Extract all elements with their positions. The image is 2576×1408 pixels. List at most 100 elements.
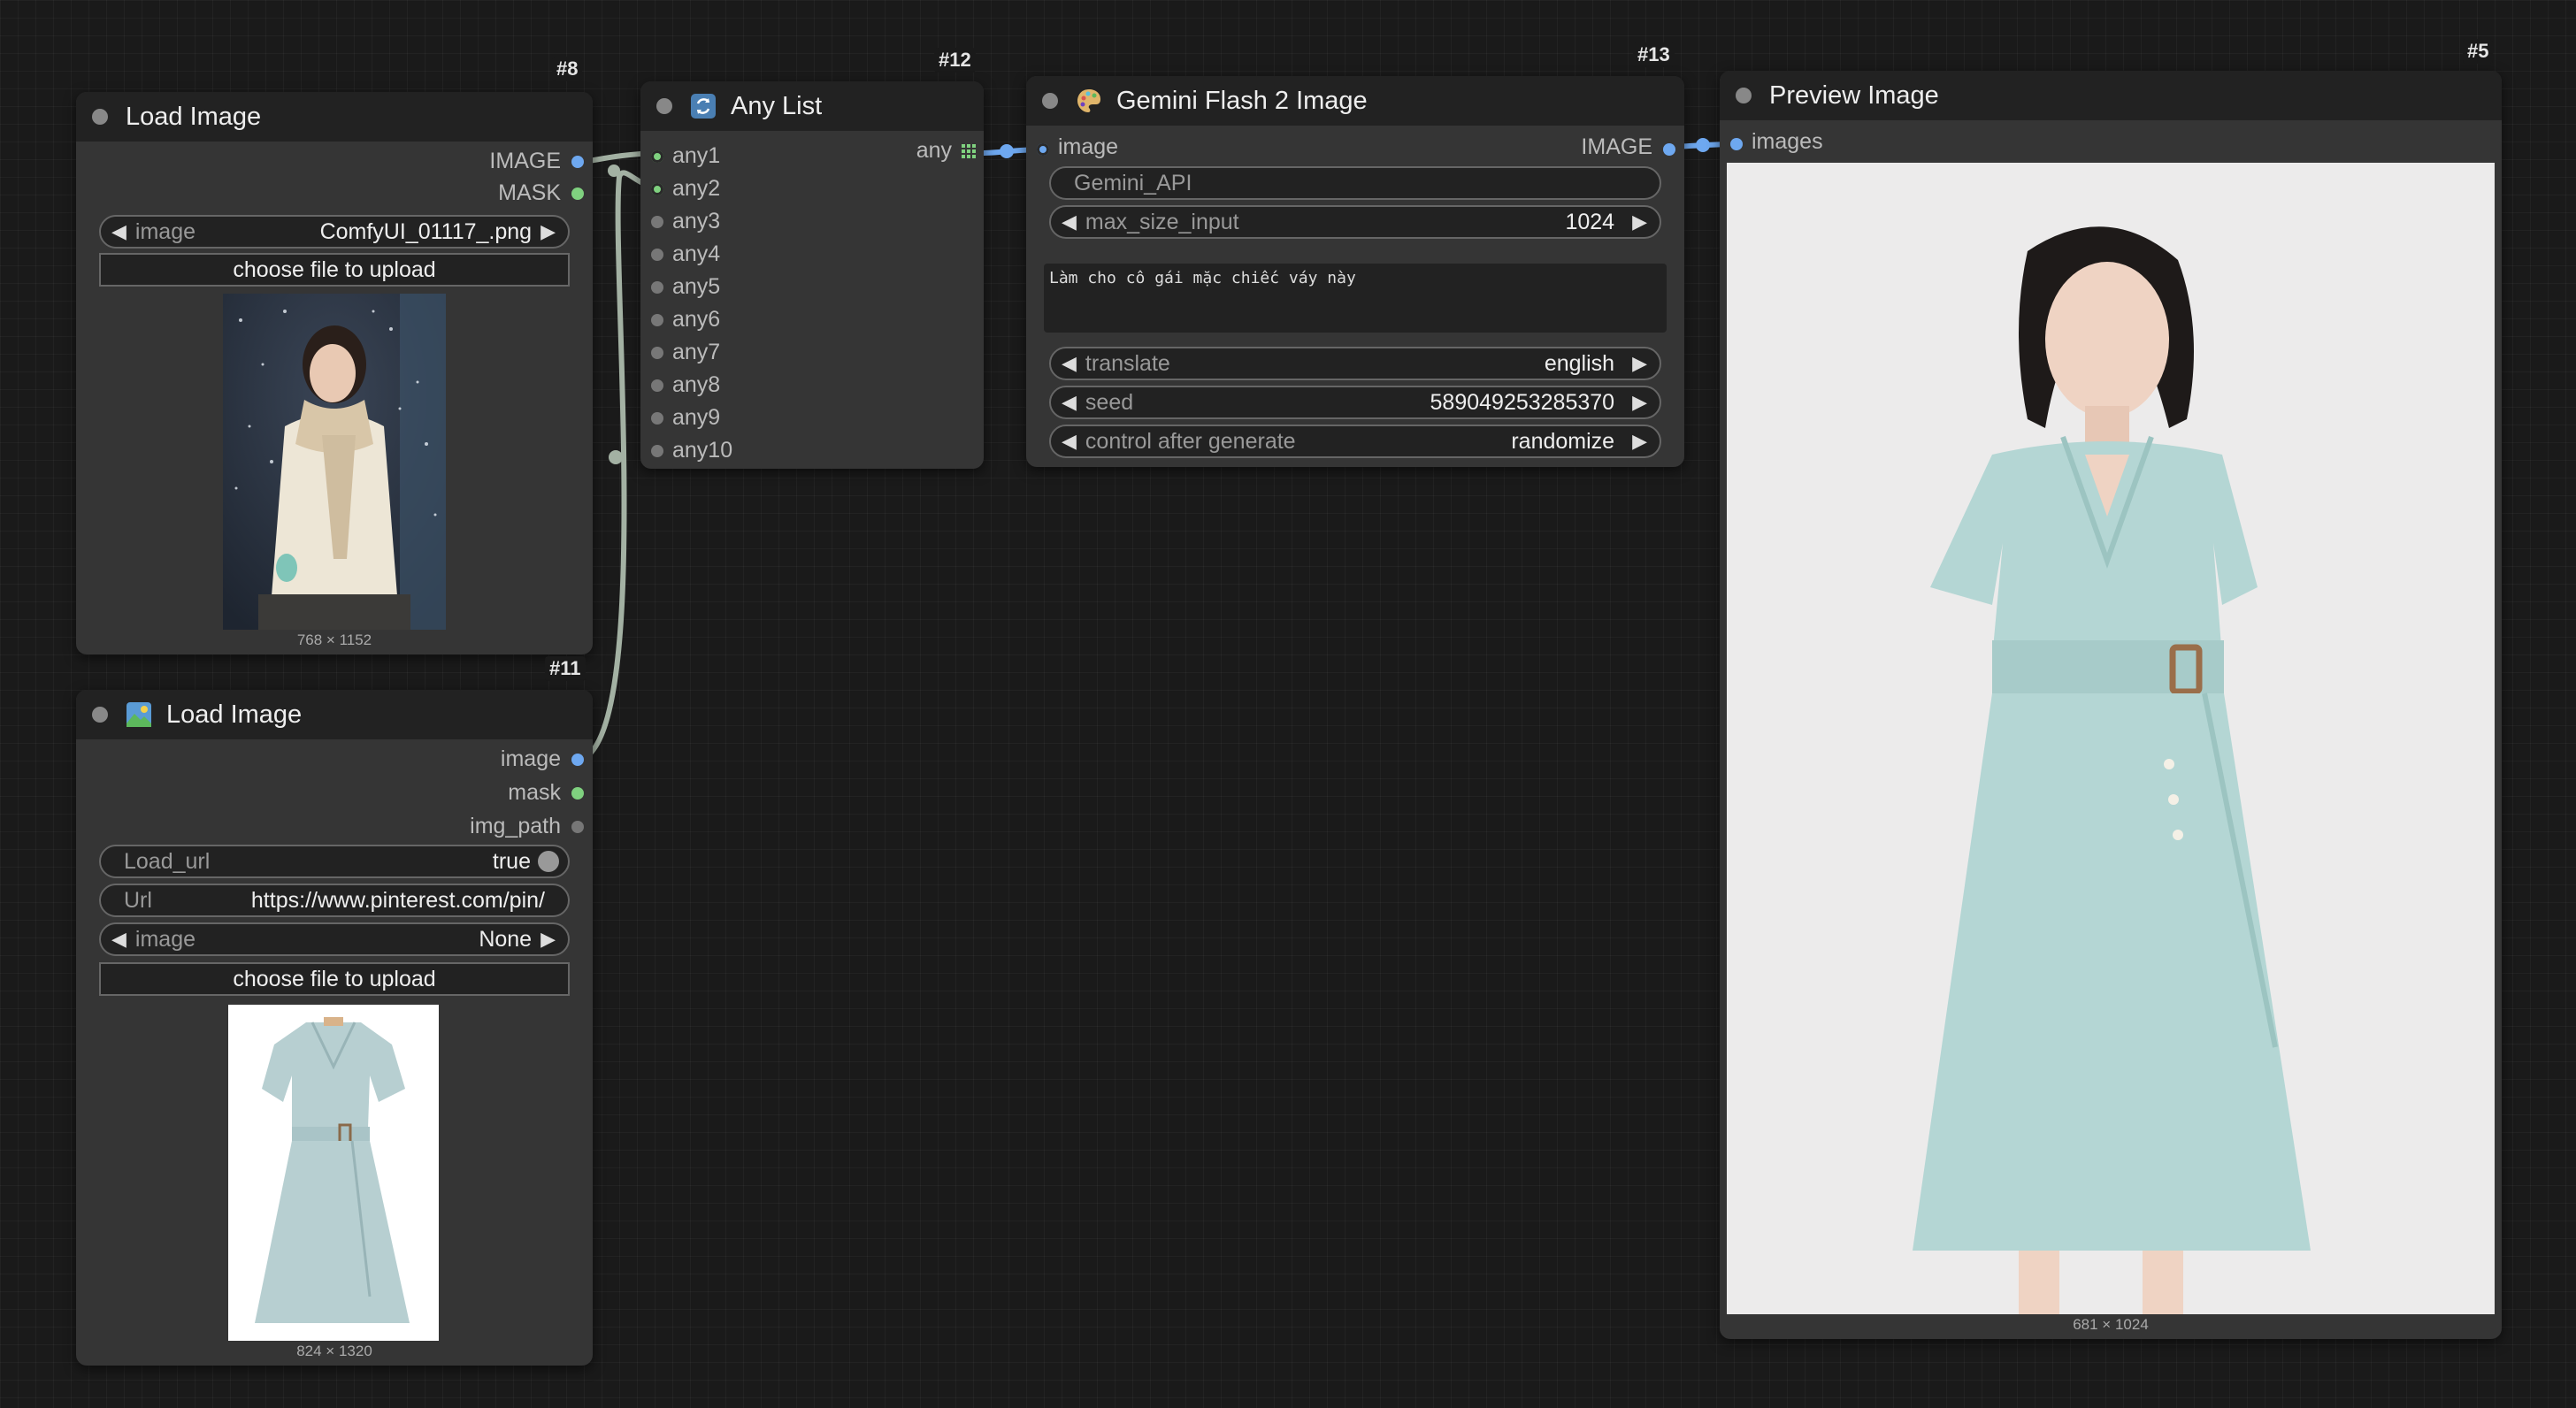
input-slot-any6[interactable] xyxy=(651,314,663,326)
load-image-node-8[interactable]: Load Image IMAGE MASK ◀ image ComfyUI_01… xyxy=(76,92,593,654)
input-slot-any5[interactable] xyxy=(651,281,663,294)
widget-value: 1024 xyxy=(1565,209,1615,234)
wire-midpoint xyxy=(1000,144,1014,158)
image-dimensions: 824 × 1320 xyxy=(296,1343,372,1359)
gemini-api-widget[interactable]: Gemini_API xyxy=(1049,166,1661,200)
input-label-any5: any5 xyxy=(672,274,721,299)
node-title-bar[interactable]: Any List xyxy=(640,81,984,131)
seed-number-widget[interactable]: ◀ seed 589049253285370 ▶ xyxy=(1049,386,1661,419)
input-label-any3: any3 xyxy=(672,209,721,233)
collapse-dot-icon[interactable] xyxy=(92,109,108,125)
right-arrow-icon[interactable]: ▶ xyxy=(1632,430,1647,453)
url-text-widget[interactable]: Url https://www.pinterest.com/pin/ xyxy=(99,884,570,917)
load-url-toggle[interactable]: Load_url true xyxy=(99,845,570,878)
widget-label: translate xyxy=(1085,350,1170,376)
widget-label: seed xyxy=(1085,389,1134,415)
left-arrow-icon[interactable]: ◀ xyxy=(1062,352,1077,375)
output-label-image: IMAGE xyxy=(1581,134,1652,159)
input-label-any4: any4 xyxy=(672,241,721,266)
right-arrow-icon[interactable]: ▶ xyxy=(1632,391,1647,414)
right-arrow-icon[interactable]: ▶ xyxy=(540,220,556,243)
widget-value: https://www.pinterest.com/pin/ xyxy=(250,887,545,913)
output-label-img-path: img_path xyxy=(470,814,561,838)
input-slot-any3[interactable] xyxy=(651,216,663,228)
input-label-any1: any1 xyxy=(672,143,721,168)
widget-value: None xyxy=(479,926,533,952)
any-list-node-12[interactable]: Any List any1 any2 any3 any4 any5 any6 any7 any… xyxy=(640,81,984,469)
node-title: Preview Image xyxy=(1769,80,1939,110)
image-dimensions: 768 × 1152 xyxy=(296,631,372,648)
image-preview-thumbnail xyxy=(228,1005,439,1341)
input-slot-any9[interactable] xyxy=(651,412,663,425)
choose-file-button[interactable]: choose file to upload xyxy=(99,962,570,996)
right-arrow-icon[interactable]: ▶ xyxy=(1632,210,1647,233)
left-arrow-icon[interactable]: ◀ xyxy=(111,928,126,951)
left-arrow-icon[interactable]: ◀ xyxy=(1062,210,1077,233)
widget-value: ComfyUI_01117_.png xyxy=(319,218,533,244)
toggle-knob-icon[interactable] xyxy=(538,851,559,872)
node-title-bar[interactable]: Preview Image xyxy=(1720,71,2502,120)
grid-output-icon[interactable] xyxy=(961,143,977,159)
input-slot-any1[interactable] xyxy=(651,150,663,163)
input-label-images: images xyxy=(1752,129,1823,154)
input-slot-image[interactable] xyxy=(1037,143,1049,156)
output-slot-mask[interactable] xyxy=(571,787,584,800)
output-slot-img-path[interactable] xyxy=(571,821,584,833)
translate-combo-widget[interactable]: ◀ translate english ▶ xyxy=(1049,347,1661,380)
left-arrow-icon[interactable]: ◀ xyxy=(111,220,126,243)
output-label-image: IMAGE xyxy=(489,149,561,173)
generated-woman-dress-photo xyxy=(1727,163,2495,1314)
widget-value: english xyxy=(1544,350,1615,376)
output-slot-image[interactable] xyxy=(571,754,584,766)
left-arrow-icon[interactable]: ◀ xyxy=(1062,391,1077,414)
input-label-image: image xyxy=(1058,134,1119,159)
output-slot-image[interactable] xyxy=(1663,143,1675,156)
load-image-node-11[interactable]: Load Image image mask img_path Load_url … xyxy=(76,690,593,1366)
input-label-any7: any7 xyxy=(672,340,721,364)
widget-label: Url xyxy=(124,887,152,913)
node-title: Load Image xyxy=(126,102,262,131)
preview-image-node-5[interactable]: Preview Image images 681 × 1024 xyxy=(1720,71,2502,1339)
right-arrow-icon[interactable]: ▶ xyxy=(540,928,556,951)
node-id-badge: #12 xyxy=(934,48,976,73)
preview-output-image xyxy=(1727,163,2495,1314)
input-label-any10: any10 xyxy=(672,438,733,463)
collapse-dot-icon[interactable] xyxy=(656,98,672,114)
input-slot-images[interactable] xyxy=(1730,138,1743,150)
choose-file-button[interactable]: choose file to upload xyxy=(99,253,570,287)
collapse-dot-icon[interactable] xyxy=(1042,93,1058,109)
output-slot-image[interactable] xyxy=(571,156,584,168)
widget-value: true xyxy=(492,848,531,874)
dress-photo xyxy=(228,1005,439,1341)
input-slot-any7[interactable] xyxy=(651,347,663,359)
left-arrow-icon[interactable]: ◀ xyxy=(1062,430,1077,453)
image-combo-widget[interactable]: ◀ image None ▶ xyxy=(99,922,570,956)
output-label-image: image xyxy=(500,746,561,771)
image-combo-widget[interactable]: ◀ image ComfyUI_01117_.png ▶ xyxy=(99,215,570,249)
node-title-bar[interactable]: Gemini Flash 2 Image xyxy=(1026,76,1684,126)
input-slot-any8[interactable] xyxy=(651,379,663,392)
widget-label: Gemini_API xyxy=(1074,170,1192,195)
input-slot-any2[interactable] xyxy=(651,183,663,195)
max-size-number-widget[interactable]: ◀ max_size_input 1024 ▶ xyxy=(1049,205,1661,239)
output-label-mask: MASK xyxy=(498,180,561,205)
input-slot-any10[interactable] xyxy=(651,445,663,457)
input-label-any9: any9 xyxy=(672,405,721,430)
widget-label: control after generate xyxy=(1085,428,1296,454)
refresh-icon xyxy=(691,94,716,119)
node-id-badge: #5 xyxy=(2463,39,2494,64)
gemini-flash-node-13[interactable]: Gemini Flash 2 Image image IMAGE Gemini_… xyxy=(1026,76,1684,467)
node-title-bar[interactable]: Load Image xyxy=(76,92,593,142)
prompt-textarea[interactable]: Làm cho cô gái mặc chiếc váy này xyxy=(1044,264,1667,333)
control-after-generate-widget[interactable]: ◀ control after generate randomize ▶ xyxy=(1049,425,1661,458)
wire-midpoint xyxy=(608,165,620,177)
widget-value: 589049253285370 xyxy=(1430,389,1615,415)
image-dimensions: 681 × 1024 xyxy=(2073,1316,2149,1333)
collapse-dot-icon[interactable] xyxy=(92,707,108,723)
input-slot-any4[interactable] xyxy=(651,249,663,261)
output-slot-mask[interactable] xyxy=(571,187,584,200)
right-arrow-icon[interactable]: ▶ xyxy=(1632,352,1647,375)
collapse-dot-icon[interactable] xyxy=(1736,88,1752,103)
picture-icon xyxy=(126,702,151,727)
node-title-bar[interactable]: Load Image xyxy=(76,690,593,739)
